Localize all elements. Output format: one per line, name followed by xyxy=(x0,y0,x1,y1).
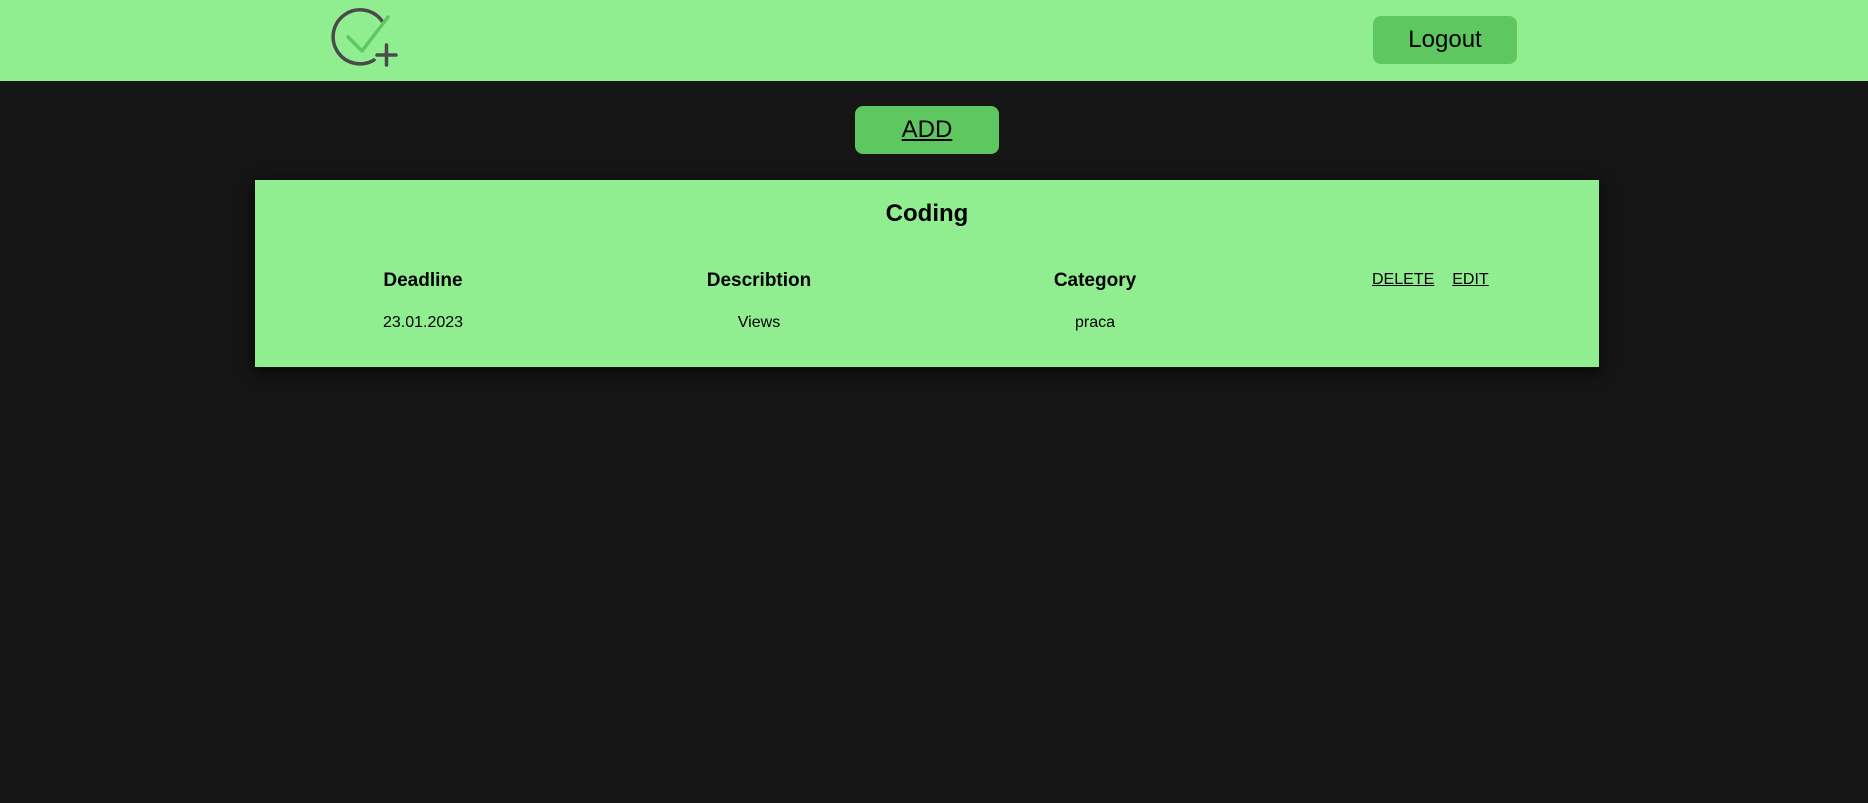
top-bar: Logout xyxy=(0,0,1868,81)
task-actions: DELETE EDIT xyxy=(1372,271,1489,289)
check-circle-plus-icon xyxy=(331,8,398,67)
category-value: praca xyxy=(1074,314,1116,331)
app-logo[interactable] xyxy=(330,7,398,69)
add-task-button[interactable]: ADD xyxy=(855,106,999,154)
task-card: Coding Deadline 23.01.2023 Describtion V… xyxy=(255,180,1599,367)
deadline-value: 23.01.2023 xyxy=(382,314,464,331)
deadline-header: Deadline xyxy=(383,270,463,291)
delete-task-link[interactable]: DELETE xyxy=(1372,271,1434,289)
task-title: Coding xyxy=(885,200,969,227)
logout-button[interactable]: Logout xyxy=(1373,16,1517,64)
edit-task-link[interactable]: EDIT xyxy=(1452,271,1488,289)
category-header: Category xyxy=(1053,270,1137,291)
description-value: Views xyxy=(737,314,781,331)
description-header: Describtion xyxy=(706,270,812,291)
